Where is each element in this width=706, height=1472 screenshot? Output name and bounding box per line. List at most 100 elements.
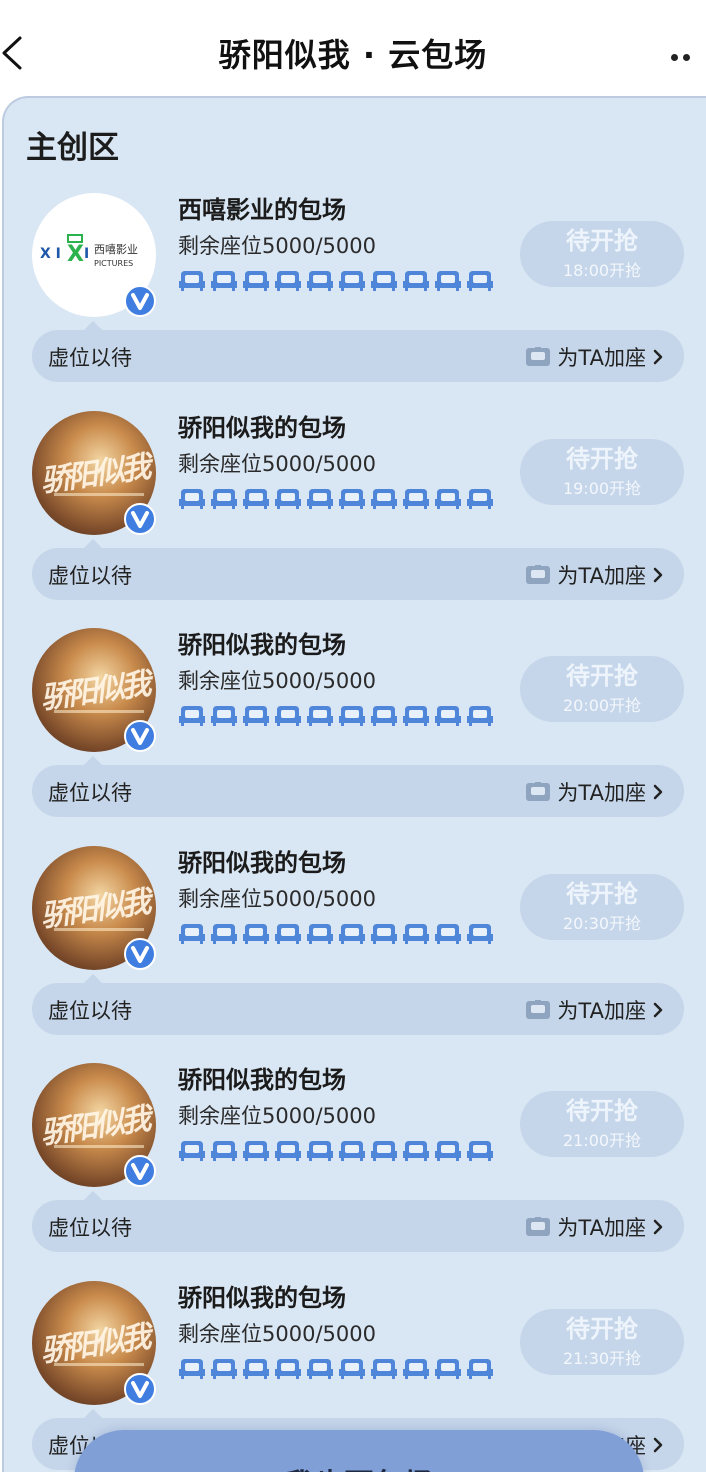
more-options-icon[interactable] <box>666 46 696 61</box>
pending-grab-label: 待开抢 <box>566 1097 638 1125</box>
poster-calligraphy: 骄阳似我 <box>38 1319 151 1370</box>
booking-card[interactable]: 骄阳似我 骄阳似我的包场 剩余座位5000/5000 <box>0 411 706 601</box>
svg-text:I: I <box>84 246 89 262</box>
poster-subline <box>54 710 144 713</box>
vacant-seat-bar[interactable]: 虚位以待 为TA加座 <box>32 756 684 817</box>
verified-badge-icon <box>124 720 156 752</box>
pending-grab-label: 待开抢 <box>566 662 638 690</box>
seat-icon <box>243 924 269 944</box>
add-seat-label: 为TA加座 <box>557 1216 646 1240</box>
seat-icon-row <box>178 487 494 509</box>
seat-icon <box>371 924 397 944</box>
seat-icon <box>275 1359 301 1379</box>
remaining-seats-text: 剩余座位5000/5000 <box>178 234 376 258</box>
chevron-right-icon <box>653 784 663 800</box>
add-seat-label: 为TA加座 <box>557 781 646 805</box>
vacant-seat-bar[interactable]: 虚位以待 为TA加座 <box>32 1191 684 1252</box>
seat-icon <box>307 489 333 509</box>
chevron-right-icon <box>653 1002 663 1018</box>
poster-calligraphy: 骄阳似我 <box>38 1101 151 1152</box>
xixi-pictures-logo: X I X I 西嘻影业 PICTURES <box>40 234 138 268</box>
remaining-seats-text: 剩余座位5000/5000 <box>178 452 376 476</box>
create-booking-button[interactable]: 我也要包场 <box>74 1430 644 1472</box>
seat-icon <box>211 1359 237 1379</box>
card-title: 骄阳似我的包场 <box>178 631 346 659</box>
card-info: 骄阳似我的包场 剩余座位5000/5000 <box>178 1063 494 1161</box>
booking-card[interactable]: X I X I 西嘻影业 PICTURES 西嘻影业的包场 剩余座位5000/5… <box>0 193 706 383</box>
pending-grab-label: 待开抢 <box>566 1315 638 1343</box>
pending-grab-button[interactable]: 待开抢 21:00开抢 <box>520 1091 684 1157</box>
card-info: 骄阳似我的包场 剩余座位5000/5000 <box>178 628 494 726</box>
seat-icon <box>435 924 461 944</box>
add-seat-link[interactable]: 为TA加座 <box>525 560 664 590</box>
pending-grab-label: 待开抢 <box>566 227 638 255</box>
booking-card[interactable]: 骄阳似我 骄阳似我的包场 剩余座位5000/5000 <box>0 1063 706 1253</box>
booking-card[interactable]: 骄阳似我 骄阳似我的包场 剩余座位5000/5000 <box>0 846 706 1036</box>
seat-icon <box>467 489 493 509</box>
booking-card[interactable]: 骄阳似我 骄阳似我的包场 剩余座位5000/5000 <box>0 628 706 818</box>
add-seat-label: 为TA加座 <box>557 346 646 370</box>
pending-grab-button[interactable]: 待开抢 19:00开抢 <box>520 439 684 505</box>
vacant-seat-bar[interactable]: 虚位以待 为TA加座 <box>32 321 684 382</box>
seat-icon <box>435 706 461 726</box>
add-seat-label: 为TA加座 <box>557 564 646 588</box>
add-seat-link[interactable]: 为TA加座 <box>525 1212 664 1242</box>
card-title: 骄阳似我的包场 <box>178 849 346 877</box>
grab-start-time: 20:00开抢 <box>562 696 642 715</box>
vacant-label: 虚位以待 <box>48 346 132 370</box>
pending-grab-button[interactable]: 待开抢 20:30开抢 <box>520 874 684 940</box>
seat-icon <box>467 1359 493 1379</box>
seat-icon <box>211 271 237 291</box>
vacant-seat-bar[interactable]: 虚位以待 为TA加座 <box>32 974 684 1035</box>
seat-icon <box>211 924 237 944</box>
card-title: 骄阳似我的包场 <box>178 414 346 442</box>
seat-icon-row <box>178 1139 494 1161</box>
seat-icon <box>339 271 365 291</box>
seat-icon <box>467 271 493 291</box>
card-info: 骄阳似我的包场 剩余座位5000/5000 <box>178 411 494 509</box>
seat-icon <box>339 924 365 944</box>
seat-icon <box>467 1141 493 1161</box>
bar-pointer <box>84 539 102 548</box>
seat-icon <box>339 1141 365 1161</box>
pending-grab-button[interactable]: 待开抢 21:30开抢 <box>520 1309 684 1375</box>
sofa-icon <box>526 782 551 801</box>
remaining-seats-text: 剩余座位5000/5000 <box>178 1322 376 1346</box>
bar-pointer <box>84 756 102 765</box>
create-booking-label: 我也要包场 <box>74 1460 644 1472</box>
seat-icon <box>371 271 397 291</box>
seat-icon <box>435 1141 461 1161</box>
seat-icon <box>339 706 365 726</box>
poster-calligraphy: 骄阳似我 <box>38 666 151 717</box>
svg-text:X: X <box>67 242 84 267</box>
seat-icon <box>275 1141 301 1161</box>
seat-icon <box>307 924 333 944</box>
vacant-seat-bar[interactable]: 虚位以待 为TA加座 <box>32 539 684 600</box>
add-seat-link[interactable]: 为TA加座 <box>525 342 664 372</box>
seat-icon <box>211 706 237 726</box>
seat-icon <box>211 1141 237 1161</box>
verified-badge-icon <box>124 1155 156 1187</box>
logo-text: 西嘻影业 <box>94 243 138 256</box>
sofa-icon <box>526 347 551 366</box>
remaining-seats-text: 剩余座位5000/5000 <box>178 669 376 693</box>
logo-subtext: PICTURES <box>94 259 133 268</box>
pending-grab-button[interactable]: 待开抢 20:00开抢 <box>520 656 684 722</box>
add-seat-link[interactable]: 为TA加座 <box>525 777 664 807</box>
seat-icon <box>435 489 461 509</box>
seat-icon <box>179 1141 205 1161</box>
pending-grab-label: 待开抢 <box>566 445 638 473</box>
poster-subline <box>54 1363 144 1366</box>
seat-icon <box>339 489 365 509</box>
card-title: 骄阳似我的包场 <box>178 1066 346 1094</box>
bar-pointer <box>84 1191 102 1200</box>
seat-icon-row <box>178 269 494 291</box>
poster-calligraphy: 骄阳似我 <box>38 449 151 500</box>
remaining-seats-text: 剩余座位5000/5000 <box>178 1104 376 1128</box>
pending-grab-button[interactable]: 待开抢 18:00开抢 <box>520 221 684 287</box>
seat-icon <box>467 924 493 944</box>
card-info: 骄阳似我的包场 剩余座位5000/5000 <box>178 1281 494 1379</box>
card-info: 骄阳似我的包场 剩余座位5000/5000 <box>178 846 494 944</box>
add-seat-link[interactable]: 为TA加座 <box>525 995 664 1025</box>
seat-icon-row <box>178 704 494 726</box>
